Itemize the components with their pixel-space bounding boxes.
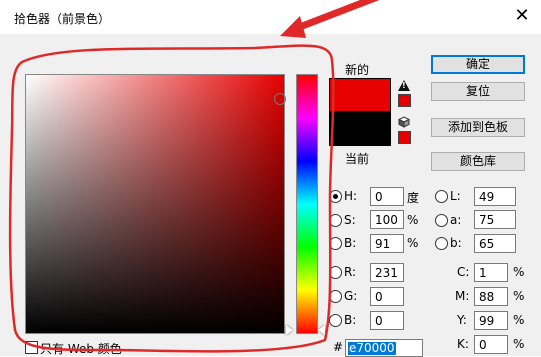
- hue-radio[interactable]: [329, 190, 342, 203]
- lab-l-input[interactable]: 49: [474, 187, 516, 206]
- lab-a-label: a:: [450, 213, 462, 227]
- hue-unit: 度: [407, 191, 420, 205]
- hue-slider-left-handle[interactable]: [286, 325, 293, 335]
- lab-l-label: L:: [450, 189, 461, 203]
- hex-label: #: [333, 340, 344, 354]
- current-color-label: 当前: [345, 152, 370, 166]
- cyan-label: C:: [457, 265, 470, 279]
- lab-b-label: b:: [450, 236, 462, 250]
- lab-a-input[interactable]: 75: [474, 210, 516, 229]
- magenta-label: M:: [455, 289, 470, 303]
- warning-exclamation-icon: !: [402, 81, 406, 90]
- color-libraries-button[interactable]: 颜色库: [431, 152, 525, 171]
- cyan-unit: %: [513, 265, 525, 279]
- green-input[interactable]: 0: [370, 287, 404, 306]
- saturation-brightness-field[interactable]: [25, 74, 285, 334]
- green-radio[interactable]: [329, 290, 342, 303]
- saturation-radio[interactable]: [329, 214, 342, 227]
- blue-radio[interactable]: [329, 314, 342, 327]
- blue-label: B:: [344, 313, 357, 327]
- black-input[interactable]: 0: [474, 335, 508, 354]
- new-color-swatch: [329, 78, 391, 112]
- lab-l-radio[interactable]: [435, 190, 448, 203]
- magenta-input[interactable]: 88: [474, 287, 508, 306]
- blue-input[interactable]: 0: [370, 311, 404, 330]
- add-to-swatches-button[interactable]: 添加到色板: [431, 118, 525, 137]
- web-safe-warning-cube-icon: [398, 116, 410, 128]
- green-label: G:: [344, 289, 358, 303]
- hue-input[interactable]: 0: [370, 187, 404, 206]
- hue-label: H:: [344, 189, 358, 203]
- saturation-unit: %: [407, 213, 419, 227]
- new-color-label: 新的: [345, 63, 370, 77]
- reset-button[interactable]: 复位: [431, 82, 525, 101]
- cyan-input[interactable]: 1: [474, 263, 508, 282]
- brightness-label: B:: [344, 236, 357, 250]
- brightness-radio[interactable]: [329, 237, 342, 250]
- magenta-unit: %: [513, 289, 525, 303]
- hex-value: e70000: [348, 341, 396, 355]
- current-color-swatch[interactable]: [329, 111, 391, 146]
- web-colors-only-checkbox[interactable]: [25, 341, 38, 354]
- ok-button[interactable]: 确定: [431, 55, 525, 74]
- gamut-correction-swatch[interactable]: [398, 94, 411, 107]
- red-input[interactable]: 231: [370, 263, 404, 282]
- yellow-label: Y:: [457, 313, 467, 327]
- hue-slider-right-handle[interactable]: [318, 325, 325, 335]
- red-label: R:: [344, 265, 357, 279]
- black-label: K:: [457, 337, 469, 351]
- lab-b-radio[interactable]: [435, 237, 448, 250]
- brightness-input[interactable]: 91: [370, 234, 404, 253]
- lab-b-input[interactable]: 65: [474, 234, 516, 253]
- lab-a-radio[interactable]: [435, 214, 448, 227]
- title-bar: 拾色器（前景色） ✕: [0, 0, 541, 34]
- close-icon[interactable]: ✕: [512, 6, 532, 26]
- hex-input[interactable]: e70000: [345, 339, 423, 357]
- hue-slider[interactable]: [296, 74, 318, 334]
- saturation-label: S:: [344, 213, 356, 227]
- web-safe-correction-swatch[interactable]: [398, 131, 411, 144]
- red-radio[interactable]: [329, 266, 342, 279]
- yellow-input[interactable]: 99: [474, 311, 508, 330]
- window-title: 拾色器（前景色）: [14, 12, 111, 26]
- web-colors-only-label: 只有 Web 颜色: [40, 342, 122, 356]
- black-unit: %: [513, 337, 525, 351]
- brightness-unit: %: [407, 236, 419, 250]
- yellow-unit: %: [513, 313, 525, 327]
- color-picker-marker[interactable]: [274, 93, 286, 105]
- saturation-input[interactable]: 100: [370, 210, 404, 229]
